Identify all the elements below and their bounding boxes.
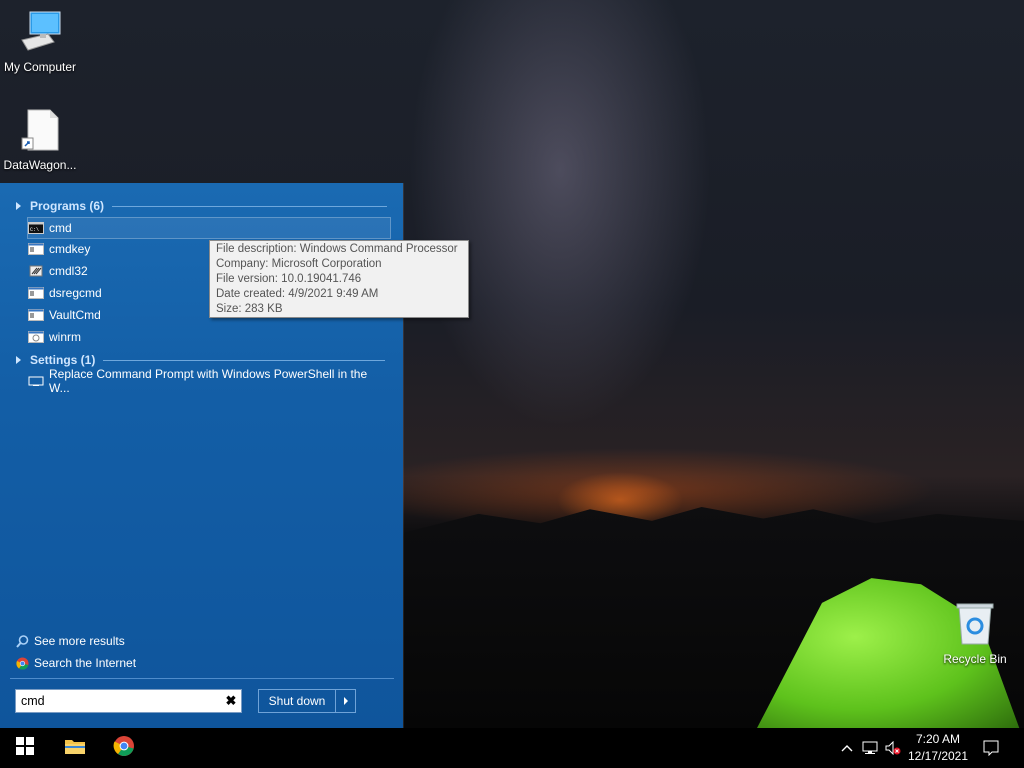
group-header-programs[interactable]: Programs (6) <box>16 197 388 215</box>
network-icon[interactable] <box>862 740 878 756</box>
file-info-tooltip: File description: Windows Command Proces… <box>209 240 469 318</box>
expand-arrow-icon <box>16 356 21 364</box>
desktop-icon-my-computer[interactable]: My Computer <box>0 10 80 74</box>
setting-item-replace-cmd[interactable]: Replace Command Prompt with Windows Powe… <box>28 367 390 395</box>
app-window-icon <box>28 243 44 255</box>
shut-down-options-arrow-icon[interactable] <box>335 690 355 712</box>
program-item-winrm[interactable]: winrm <box>28 327 390 347</box>
folder-icon <box>64 737 86 760</box>
console-icon: C:\ <box>28 222 44 234</box>
cmdl32-icon <box>28 265 44 277</box>
clear-search-icon[interactable]: ✖ <box>221 693 241 709</box>
tooltip-description: File description: Windows Command Proces… <box>216 243 458 255</box>
desktop-icon-label: My Computer <box>3 60 77 74</box>
desktop-icon-label: DataWagon... <box>3 158 77 172</box>
divider <box>10 678 394 679</box>
chrome-taskbar-button[interactable] <box>101 728 147 768</box>
shut-down-button[interactable]: Shut down <box>258 689 356 713</box>
svg-text:C:\: C:\ <box>30 227 39 233</box>
monitor-icon <box>28 375 44 387</box>
recycle-bin-icon <box>935 602 1015 649</box>
search-icon <box>16 634 29 648</box>
desktop-icon-label: Recycle Bin <box>943 652 1007 666</box>
tooltip-version: File version: 10.0.19041.746 <box>216 273 362 285</box>
see-more-results-link[interactable]: See more results <box>16 632 125 650</box>
desktop-icon-recycle-bin[interactable]: Recycle Bin <box>935 602 1015 666</box>
search-input[interactable]: cmd ✖ <box>15 689 242 713</box>
app-window-icon <box>28 309 44 321</box>
group-divider <box>103 359 386 361</box>
taskbar: 7:20 AM 12/17/2021 <box>0 728 1024 768</box>
volume-muted-icon[interactable] <box>885 740 901 756</box>
document-shortcut-icon <box>0 108 80 155</box>
app-window-icon <box>28 287 44 299</box>
action-center-icon[interactable] <box>983 740 999 756</box>
clock-time: 7:20 AM <box>915 732 961 746</box>
clock[interactable]: 7:20 AM 12/17/2021 <box>904 731 972 765</box>
tooltip-company: Company: Microsoft Corporation <box>216 258 382 270</box>
app-window-icon <box>28 331 44 343</box>
file-explorer-button[interactable] <box>52 728 98 768</box>
chrome-icon <box>16 657 29 670</box>
expand-arrow-icon <box>16 202 21 210</box>
clock-date: 12/17/2021 <box>907 749 969 763</box>
group-divider <box>112 205 388 207</box>
computer-icon <box>0 10 80 57</box>
windows-logo-icon <box>16 736 34 760</box>
show-hidden-icons-chevron-icon[interactable] <box>839 740 855 756</box>
search-internet-link[interactable]: Search the Internet <box>16 654 136 672</box>
start-button[interactable] <box>2 728 48 768</box>
desktop-icon-datawagon[interactable]: DataWagon... <box>0 108 80 172</box>
tooltip-date-created: Date created: 4/9/2021 9:49 AM <box>216 288 379 300</box>
tooltip-size: Size: 283 KB <box>216 303 283 315</box>
chrome-icon <box>113 735 135 762</box>
program-item-cmd[interactable]: C:\ cmd <box>27 217 391 239</box>
